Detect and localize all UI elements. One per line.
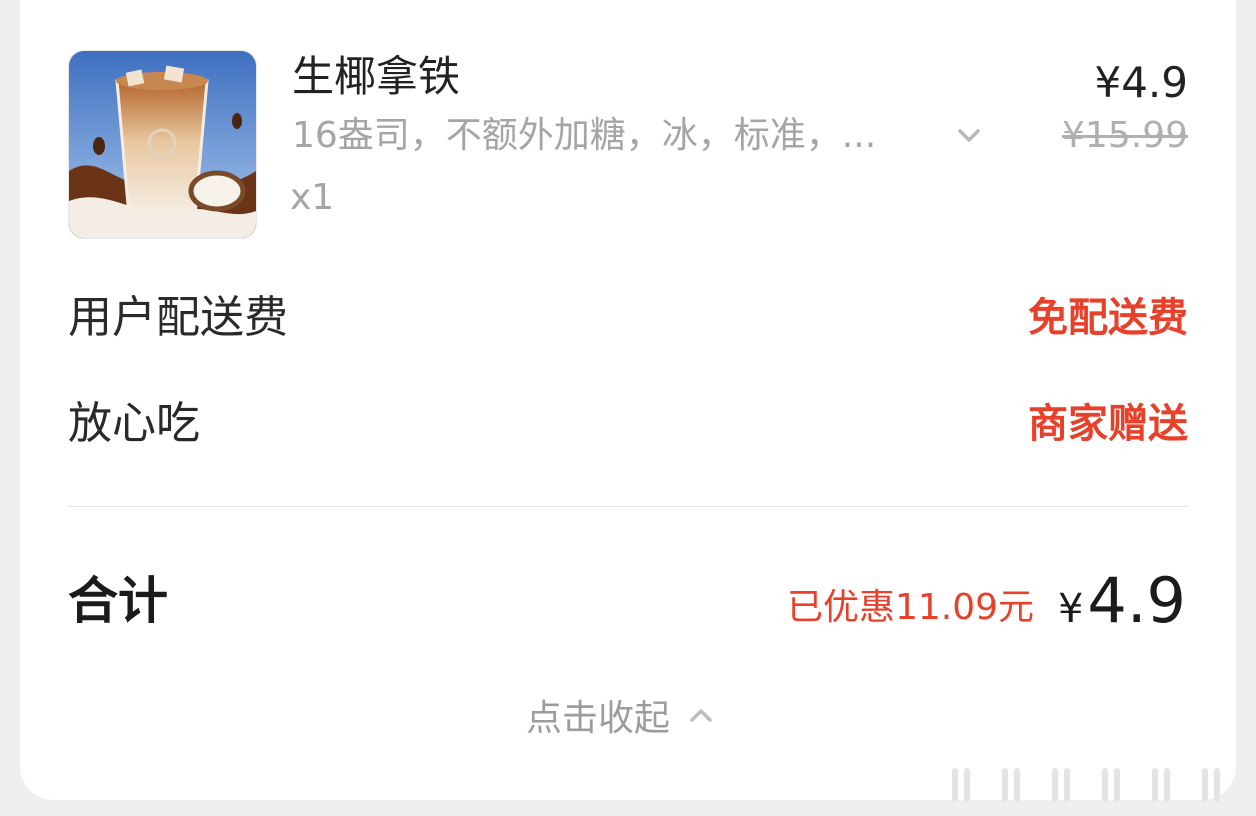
product-image[interactable]: [68, 50, 257, 239]
product-spec[interactable]: 16盎司，不额外加糖，冰，标准，...: [292, 112, 952, 160]
order-item[interactable]: 生椰拿铁 16盎司，不额外加糖，冰，标准，... x1 ¥4.9 ¥15.99: [68, 50, 1188, 239]
product-name: 生椰拿铁: [292, 52, 461, 101]
assurance-row: 放心吃 商家赠送: [68, 396, 1188, 452]
collapse-label: 点击收起: [526, 698, 671, 739]
chevron-down-icon[interactable]: [956, 126, 982, 146]
assurance-value: 商家赠送: [1028, 401, 1188, 447]
currency-symbol: ¥: [1057, 586, 1084, 632]
collapse-button[interactable]: 点击收起: [526, 690, 714, 740]
watermark-bars: [952, 768, 1220, 802]
product-price: ¥4.9: [1094, 58, 1188, 107]
delivery-fee-label: 用户配送费: [68, 292, 288, 343]
discount-text: 已优惠11.09元: [786, 587, 1034, 628]
coconut-latte-image: [69, 51, 256, 238]
delivery-fee-row: 用户配送费 免配送费: [68, 290, 1188, 346]
product-original-price: ¥15.99: [1062, 115, 1188, 156]
total-amount: 4.9: [1087, 564, 1186, 637]
total-label: 合计: [68, 572, 168, 630]
delivery-fee-value: 免配送费: [1028, 295, 1188, 341]
divider: [68, 506, 1188, 507]
assurance-label: 放心吃: [68, 398, 200, 449]
chevron-up-icon: [690, 709, 712, 722]
product-quantity: x1: [290, 177, 335, 218]
total-price: ¥4.9: [1058, 568, 1186, 650]
